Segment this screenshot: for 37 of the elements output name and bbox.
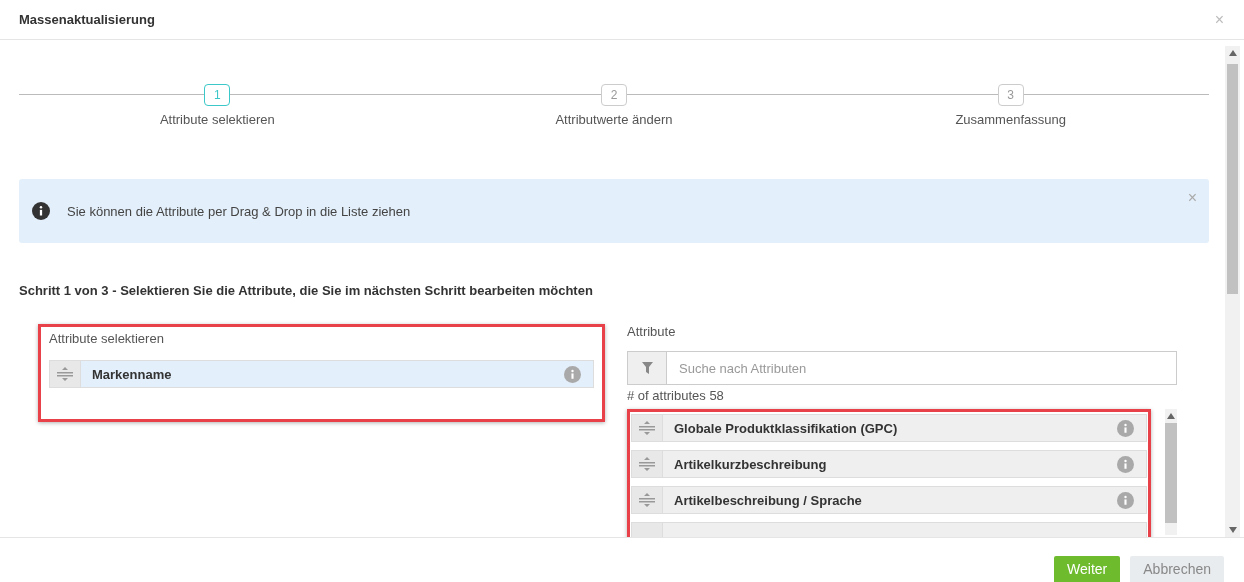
step-label: Attribute selektieren	[159, 112, 275, 127]
step-label: Zusammenfassung	[955, 112, 1066, 127]
close-button[interactable]: ×	[1214, 10, 1224, 29]
drag-handle-icon[interactable]	[57, 367, 73, 381]
scrollbar[interactable]	[1225, 46, 1240, 537]
drag-handle-icon[interactable]	[639, 493, 655, 507]
next-button[interactable]: Weiter	[1054, 556, 1121, 582]
attribute-row[interactable]: Globale Produktklassifikation (GPC)	[631, 414, 1147, 442]
step-number[interactable]: 1	[204, 84, 231, 106]
scroll-arrow-icon[interactable]	[1228, 50, 1237, 56]
info-icon	[1117, 491, 1134, 509]
drag-handle-icon[interactable]	[639, 457, 655, 471]
cancel-button[interactable]: Abbrechen	[1130, 556, 1224, 582]
attribute-row[interactable]: Artikelbeschreibung / Sprache	[631, 486, 1147, 514]
step-number[interactable]: 2	[601, 84, 627, 106]
drag-handle-icon[interactable]	[639, 421, 655, 435]
attribute-row[interactable]: Artikelkurzbeschreibung	[631, 450, 1147, 478]
panel-label: Attribute	[627, 324, 677, 339]
step-number[interactable]: 3	[997, 84, 1024, 106]
filter-icon	[641, 362, 653, 374]
info-icon	[32, 202, 50, 220]
alert-text: Sie können die Attribute per Drag & Drop in die Liste ziehen	[67, 203, 411, 219]
info-icon	[1117, 455, 1134, 473]
close-button[interactable]: ×	[1187, 189, 1197, 207]
step-label: Attributwerte ändern	[555, 112, 673, 127]
scroll-arrow-icon[interactable]	[1167, 413, 1175, 419]
info-icon	[1117, 419, 1134, 437]
step-heading: Schritt 1 von 3 - Selektieren Sie die Attribute, die Sie im nächsten Schritt bearbeiten möchten	[19, 283, 594, 298]
dialog-title: Massenaktualisierung	[19, 12, 155, 27]
info-icon	[564, 365, 581, 383]
scrollbar[interactable]	[1165, 409, 1177, 535]
attribute-count: # of attributes 58	[627, 388, 725, 403]
scroll-arrow-icon[interactable]	[1228, 527, 1237, 533]
panel-label: Attribute selektieren	[49, 331, 165, 346]
attribute-row[interactable]: Markenname	[49, 360, 594, 388]
search-field[interactable]: Suche nach Attributen	[667, 351, 1177, 385]
filter-button[interactable]	[627, 351, 667, 385]
